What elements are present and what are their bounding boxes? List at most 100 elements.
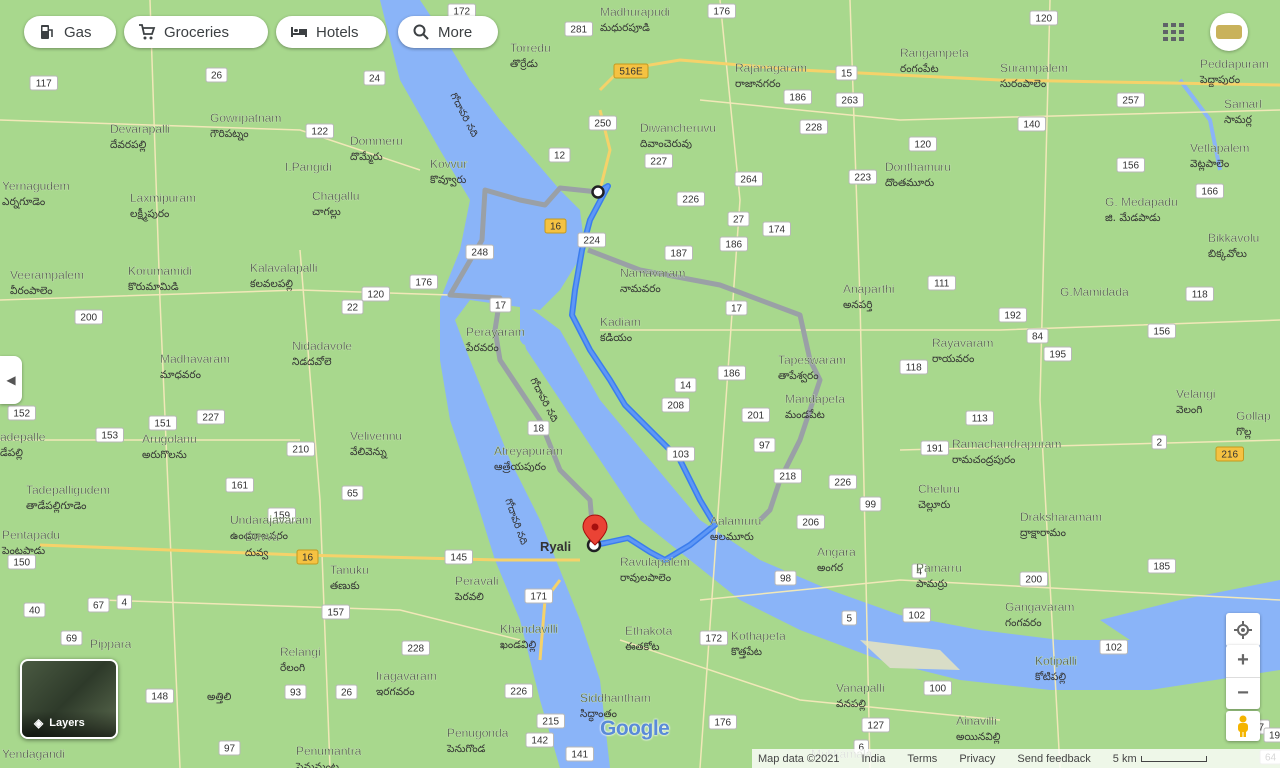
place-label-namavaram[interactable]: Namavaram [620,266,686,280]
place-label-telugu: తొర్రేడు [510,58,538,70]
place-label-veerampalem[interactable]: Veerampalem [10,268,84,282]
place-label-ainavilli[interactable]: Ainavilli [956,714,997,728]
place-label-korumamidi[interactable]: Korumamidi [128,264,192,278]
place-label-g-mamidada[interactable]: G.Mamidada [1060,285,1129,299]
place-label-duvva[interactable]: Duvva [245,530,280,544]
place-label-torredu[interactable]: Torredu [510,41,551,55]
place-label-siddhantham[interactable]: Siddhantham [580,691,651,705]
place-label-madhavaram[interactable]: Madhavaram [160,352,230,366]
place-label-telugu: సామర్ల [1224,114,1253,127]
scale-bar[interactable]: 5 km [1113,753,1207,765]
map-canvas[interactable]: Ryali 172281176120516E26 15263186117 24250… [0,0,1280,768]
place-label-penugonda[interactable]: Penugonda [447,726,509,740]
place-label-chagallu[interactable]: Chagallu [312,189,360,203]
place-label-kothapeta[interactable]: Kothapeta [731,629,786,643]
place-label-tadepalligudem[interactable]: Tadepalligudem [26,483,110,497]
place-label-perayaram[interactable]: Perayaram [466,325,525,339]
place-label-yernagudem[interactable]: Yernagudem [2,179,70,193]
apps-grid-icon[interactable] [1160,20,1184,44]
road-shield-5: 5 [841,610,857,626]
place-label-kalavalapalli[interactable]: Kalavalapalli [250,261,318,275]
place-label-telugu: దువ్వ [245,547,268,560]
google-logo: Google [600,717,670,740]
origin-marker[interactable] [591,185,605,199]
place-label-telugu: ఎర్నగూడెం [2,196,45,209]
place-label-g-medapadu[interactable]: G. Medapadu [1105,195,1178,209]
place-label-ravulapalem[interactable]: Ravulapalem [620,555,690,569]
place-label-atreyapuram[interactable]: Atreyapuram [494,444,563,458]
place-label-vetlapalem[interactable]: Vetlapalem [1190,141,1250,155]
place-label-bikkavolu[interactable]: Bikkavolu [1208,231,1260,245]
place-label-madhurapudi[interactable]: Madhurapudi [600,5,670,19]
place-label-i-pangidi[interactable]: I.Pangidi [285,160,332,174]
place-label-tanuku[interactable]: Tanuku [330,563,369,577]
road-shield-118: 118 [1185,286,1214,302]
place-label-ramachandrapuram[interactable]: Ramachandrapuram [952,437,1062,451]
place-label-cheluru[interactable]: Cheluru [918,482,960,496]
zoom-in-button[interactable]: + [1226,645,1260,678]
collapse-panel-button[interactable]: ◀ [0,356,22,404]
place-label-devarapalli[interactable]: Devarapalli [110,122,170,136]
place-label-peravali[interactable]: Peravali [455,574,499,588]
place-label-nidadavole[interactable]: Nidadavole [292,339,353,353]
svg-text:15: 15 [841,69,853,80]
place-label-relangi[interactable]: Relangi [280,645,321,659]
place-label-velangi[interactable]: Velangi [1176,387,1216,401]
place-label-gowripatnam[interactable]: Gowripatnam [210,111,282,125]
place-label-iragavaram[interactable]: Iragavaram [376,669,437,683]
place-label-peddapuram[interactable]: Peddapuram [1200,57,1269,71]
zoom-out-button[interactable]: − [1226,678,1260,710]
my-location-button[interactable] [1226,613,1260,647]
privacy-link[interactable]: Privacy [959,753,995,765]
svg-text:186: 186 [723,369,740,380]
place-label-pentapadu[interactable]: Pentapadu [2,528,60,542]
country-link[interactable]: India [862,753,886,765]
place-label-kovvur[interactable]: Kovvur [430,157,468,171]
place-label-pippara[interactable]: Pippara [90,637,132,651]
road-shield-97: 97 [753,437,776,453]
place-label-kotipalli[interactable]: Kotipalli [1035,654,1077,668]
place-label-kadiam[interactable]: Kadiam [600,315,641,329]
place-label-gollap[interactable]: Gollap [1236,409,1271,423]
place-label-tapeswaram[interactable]: Tapeswaram [778,353,846,367]
chip-groceries[interactable]: Groceries [124,16,268,48]
road-shield-156: 156 [1116,157,1145,173]
place-label-velivennu[interactable]: Velivennu [350,429,402,443]
place-label-penumantra[interactable]: Penumantra [296,744,362,758]
place-label-samarl[interactable]: Samarl [1224,97,1262,111]
place-label-laxmipuram[interactable]: Laxmipuram [130,191,196,205]
svg-text:192: 192 [1004,311,1021,322]
svg-text:141: 141 [571,750,588,761]
place-label-surampalem[interactable]: Surampalem [1000,61,1068,75]
send-feedback-link[interactable]: Send feedback [1017,753,1090,765]
place-label-angara[interactable]: Angara [817,545,856,559]
account-avatar[interactable] [1210,13,1248,51]
place-label-undarajavaram[interactable]: Undarajavaram [230,513,312,527]
road-shield-200: 200 [1019,571,1048,587]
place-label-rangampeta[interactable]: Rangampeta [900,46,969,60]
chip-hotels[interactable]: Hotels [276,16,386,48]
place-label-ethakota[interactable]: Ethakota [625,624,673,638]
place-label-rayavaram[interactable]: Rayavaram [932,336,994,350]
terms-link[interactable]: Terms [907,753,937,765]
place-label-vanapalli[interactable]: Vanapalli [836,681,885,695]
place-label-donthamuru[interactable]: Donthamuru [885,160,951,174]
chip-gas[interactable]: Gas [24,16,116,48]
place-label-mandapeta[interactable]: Mandapeta [785,392,846,406]
place-label-yendagandi[interactable]: Yendagandi [2,747,65,761]
place-label-pamarru[interactable]: Pamarru [916,561,962,575]
place-label-anaparthi[interactable]: Anaparthi [843,282,895,296]
pegman-button[interactable] [1226,711,1260,741]
place-label-khandavilli[interactable]: Khandavilli [500,622,558,636]
place-label-diwancheruvu[interactable]: Diwancheruvu [640,121,716,135]
place-label-telugu: తాపేశ్వరం [778,370,819,383]
layers-button[interactable]: ◈ Layers [20,659,118,739]
place-label-dommeru[interactable]: Dommeru [350,134,403,148]
place-label-draksharamam[interactable]: Draksharamam [1020,510,1102,524]
place-label-adepalle[interactable]: adepalle [0,430,46,444]
place-label-gangavaram[interactable]: Gangavaram [1005,600,1075,614]
chip-more[interactable]: More [398,16,498,48]
place-label-arugolanu[interactable]: Arugolanu [142,432,197,446]
place-label-aalamuru[interactable]: Aalamuru [710,514,762,528]
place-label-rajanagaram[interactable]: Rajanagaram [735,61,807,75]
